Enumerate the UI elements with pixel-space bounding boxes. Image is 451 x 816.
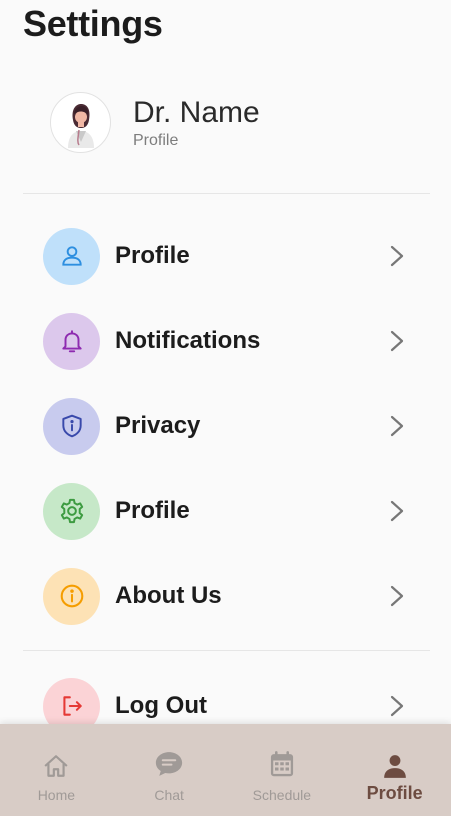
menu-item-label: Profile [115, 497, 190, 524]
nav-item-home[interactable]: Home [0, 724, 113, 816]
nav-item-schedule[interactable]: Schedule [226, 724, 339, 816]
profile-card[interactable]: Dr. Name Profile [50, 92, 260, 153]
menu-item-label: Profile [115, 242, 190, 269]
chevron-right-icon [386, 330, 408, 352]
divider [23, 193, 430, 194]
chevron-right-icon [386, 415, 408, 437]
profile-subtitle: Profile [133, 131, 179, 149]
gear-icon [43, 482, 100, 540]
menu-item-label: Notifications [115, 327, 261, 354]
shield-info-icon [43, 397, 100, 455]
person-icon [382, 748, 408, 778]
menu-item-about-us[interactable]: About Us [43, 567, 408, 625]
divider [23, 650, 430, 651]
nav-label-profile: Profile [366, 783, 423, 803]
menu-item-profile[interactable]: Profile [43, 227, 408, 285]
menu-item-privacy[interactable]: Privacy [43, 397, 408, 455]
bell-icon [43, 312, 100, 370]
chevron-right-icon [386, 500, 408, 522]
menu-item-profile-settings[interactable]: Profile [43, 482, 408, 540]
calendar-icon [269, 748, 295, 778]
bottom-navigation: Home Chat Schedule Profile [0, 724, 451, 816]
nav-label-chat: Chat [154, 787, 184, 803]
page-title: Settings [23, 3, 163, 44]
nav-label-schedule: Schedule [252, 787, 312, 803]
chevron-right-icon [386, 245, 408, 267]
nav-item-chat[interactable]: Chat [113, 724, 226, 816]
menu-item-label: About Us [115, 582, 222, 609]
menu-item-label: Log Out [115, 692, 207, 719]
home-icon [43, 748, 69, 778]
profile-name: Dr. Name [133, 95, 260, 129]
avatar[interactable] [50, 92, 111, 153]
chat-icon [154, 748, 184, 778]
nav-item-profile[interactable]: Profile [338, 724, 451, 816]
person-icon [43, 227, 100, 285]
info-circle-icon [43, 567, 100, 625]
chevron-right-icon [386, 585, 408, 607]
chevron-right-icon [386, 695, 408, 717]
menu-item-notifications[interactable]: Notifications [43, 312, 408, 370]
nav-label-home: Home [37, 787, 76, 803]
doctor-avatar-illustration [67, 103, 94, 148]
menu-item-label: Privacy [115, 412, 201, 439]
